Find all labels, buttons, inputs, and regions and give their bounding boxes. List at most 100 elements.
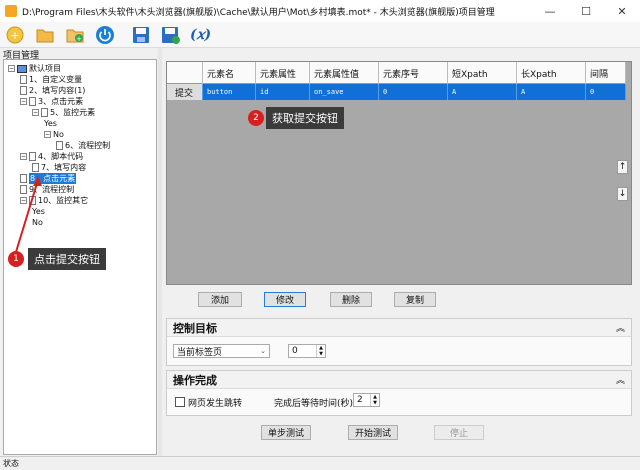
column-header[interactable]: 元素属性值 [310,62,379,84]
table-row[interactable]: 提交 button id on_save 0 A A 0 [167,84,626,100]
document-icon [29,196,36,205]
delete-button[interactable]: 删除 [330,292,372,307]
tab-select[interactable]: 当前标签页 ⌄ [173,344,270,358]
document-icon [32,163,39,172]
open-folder-icon[interactable] [34,24,56,46]
column-header[interactable]: 长Xpath [517,62,586,84]
computer-icon [17,64,27,73]
tree-node-label: 3、点击元素 [38,97,84,106]
tree-node-label: 1、自定义变量 [29,75,83,84]
column-header[interactable]: 短Xpath [448,62,517,84]
tree-node[interactable]: 7、填写内容 [32,162,86,173]
close-button[interactable]: ✕ [604,0,640,22]
stepper-arrows-icon[interactable]: ▲ ▼ [316,345,325,357]
stepper-arrows-icon[interactable]: ▲ ▼ [370,394,379,406]
expander-icon[interactable]: − [32,109,39,116]
action-complete-title: 操作完成 [173,373,217,387]
tree-node[interactable]: No [32,217,43,228]
tree-node[interactable]: Yes [44,118,57,129]
tree-node[interactable]: − No [44,129,64,140]
edit-button[interactable]: 修改 [264,292,306,307]
app-icon [5,5,17,17]
tree-node-label: 默认项目 [29,64,61,73]
tab-select-value: 当前标签页 [177,347,223,358]
collapse-icon[interactable]: ︽ [616,373,625,386]
status-bar: 状态 [0,456,640,470]
collapse-icon[interactable]: ︽ [616,321,625,334]
save-as-icon[interactable] [160,24,182,46]
wait-time-value: 2 [357,395,363,405]
column-header[interactable]: 元素序号 [379,62,448,84]
tree-node[interactable]: 1、自定义变量 [20,74,82,85]
tree-node-label: 5、监控元素 [50,108,96,117]
wait-time-stepper[interactable]: 2 ▲ ▼ [353,393,380,407]
copy-button[interactable]: 复制 [394,292,436,307]
document-icon [20,185,27,194]
row-header[interactable]: 提交 [167,84,203,100]
tree-node-label: 7、填写内容 [41,163,87,172]
table-cell[interactable]: 0 [379,84,448,100]
callout-get-submit: 获取提交按钮 [266,107,344,129]
move-up-button[interactable]: ↑ [617,160,628,174]
tree-node[interactable]: − 5、监控元素 [32,107,95,118]
control-target-section: 控制目标 ︽ 当前标签页 ⌄ 0 ▲ ▼ [166,318,632,366]
tree-node-label: 2、填写内容(1) [29,86,86,95]
step-test-button[interactable]: 单步测试 [261,425,311,440]
table-cell[interactable]: A [517,84,586,100]
maximize-button[interactable]: ☐ [568,0,604,22]
power-icon[interactable] [94,24,116,46]
table-cell[interactable]: button [203,84,256,100]
document-icon [20,174,27,183]
page-jump-checkbox[interactable] [175,397,185,407]
start-test-button[interactable]: 开始测试 [348,425,398,440]
save-icon[interactable] [130,24,152,46]
step-badge-2: 2 [248,110,264,126]
table-cell[interactable]: id [256,84,310,100]
svg-text:+: + [76,35,82,43]
tree-node[interactable]: − 10、监控其它 [20,195,88,206]
tree-node[interactable]: Yes [32,206,45,217]
svg-text:+: + [10,29,19,42]
chevron-down-icon: ⌄ [260,347,266,355]
toolbar: + + (𝑥) [0,22,640,48]
tree-node[interactable]: 9、流程控制 [20,184,74,195]
column-header[interactable]: 间隔 [586,62,626,84]
add-icon[interactable]: + [64,24,86,46]
column-header[interactable]: 元素名 [203,62,256,84]
page-jump-label: 网页发生跳转 [188,399,243,409]
document-icon [29,152,36,161]
expander-icon[interactable]: − [20,197,27,204]
table-cell[interactable]: A [448,84,517,100]
tree-node[interactable]: − 3、点击元素 [20,96,83,107]
move-down-button[interactable]: ↓ [617,187,628,201]
tree-node[interactable]: 2、填写内容(1) [20,85,85,96]
variable-icon[interactable]: (𝑥) [190,24,211,46]
splitter[interactable] [158,48,162,456]
tree-node[interactable]: − 4、脚本代码 [20,151,83,162]
add-button[interactable]: 添加 [198,292,242,307]
document-icon [29,97,36,106]
new-project-icon[interactable]: + [4,24,26,46]
table-cell[interactable]: on_save [310,84,379,100]
tree-node[interactable]: 6、流程控制 [56,140,110,151]
expander-icon[interactable]: − [20,153,27,160]
tree-node[interactable]: − 默认项目 [8,63,61,74]
column-header[interactable]: 元素属性 [256,62,310,84]
expander-icon[interactable]: − [8,65,15,72]
action-complete-header[interactable]: 操作完成 ︽ [167,371,631,389]
tree-node-label: No [32,218,43,227]
expander-icon[interactable]: − [44,131,51,138]
window-title: D:\Program Files\木头软件\木头浏览器(旗舰版)\Cache\默… [22,7,495,18]
stop-button[interactable]: 停止 [434,425,484,440]
document-icon [20,86,27,95]
control-target-header[interactable]: 控制目标 ︽ [167,319,631,337]
table-cell[interactable]: 0 [586,84,626,100]
element-grid[interactable]: 元素名 元素属性 元素属性值 元素序号 短Xpath 长Xpath 间隔 提交 button i… [166,61,632,285]
index-value: 0 [292,346,298,356]
tree-node-selected[interactable]: 8、点击元素 [20,173,77,184]
tree-node-label: 8、点击元素 [29,173,77,184]
expander-icon[interactable]: − [20,98,27,105]
index-stepper[interactable]: 0 ▲ ▼ [288,344,326,358]
minimize-button[interactable]: — [532,0,568,22]
control-target-title: 控制目标 [173,321,217,335]
